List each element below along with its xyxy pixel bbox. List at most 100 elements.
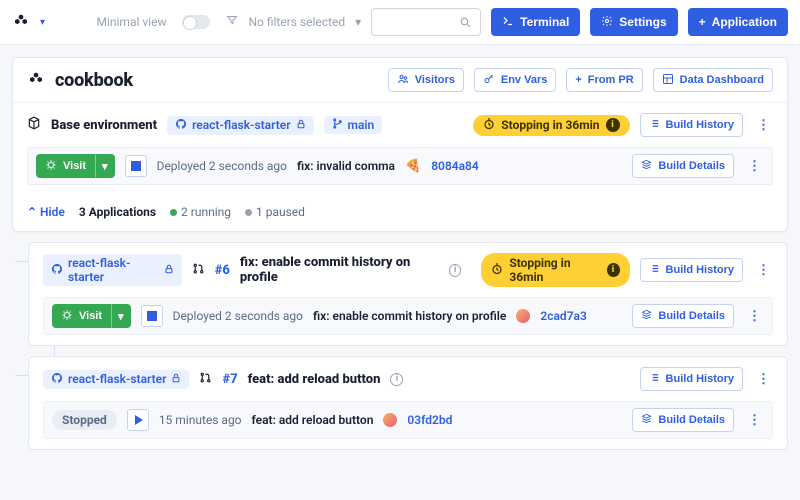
pr-icon bbox=[192, 262, 205, 279]
terminal-icon bbox=[502, 15, 514, 30]
running-count: 2 running bbox=[170, 205, 231, 219]
list-icon bbox=[649, 372, 660, 386]
timer-icon bbox=[491, 263, 503, 278]
pr7-deploy-row: Stopped 15 minutes ago feat: add reload … bbox=[43, 401, 773, 439]
visit-button[interactable]: Visit bbox=[36, 154, 95, 178]
project-card: cookbook Visitors Env Vars + From PR Dat… bbox=[12, 57, 788, 232]
env-menu-button[interactable] bbox=[753, 118, 773, 133]
visit-button[interactable]: Visit bbox=[52, 304, 111, 328]
lock-icon bbox=[296, 118, 306, 132]
status-pill: Stopping in 36min i bbox=[481, 253, 629, 287]
visitors-button[interactable]: Visitors bbox=[388, 68, 464, 92]
bug-icon bbox=[45, 159, 57, 174]
env-vars-button[interactable]: Env Vars bbox=[474, 68, 556, 92]
apps-count: 3 Applications bbox=[79, 205, 156, 219]
pr-menu-button[interactable] bbox=[753, 372, 773, 387]
logo-icon bbox=[12, 13, 30, 31]
base-env-title: Base environment bbox=[51, 118, 157, 133]
from-pr-button[interactable]: + From PR bbox=[566, 68, 642, 92]
commit-message: fix: invalid comma bbox=[297, 159, 395, 173]
bug-icon bbox=[61, 309, 73, 324]
branch-icon bbox=[332, 118, 343, 132]
list-icon bbox=[649, 118, 660, 132]
build-details-button[interactable]: Build Details bbox=[632, 154, 734, 178]
project-title: cookbook bbox=[55, 70, 133, 91]
info-icon[interactable]: i bbox=[390, 373, 403, 386]
timer-icon bbox=[483, 118, 495, 133]
commit-hash[interactable]: 2cad7a3 bbox=[540, 309, 586, 323]
deployed-time: Deployed 2 seconds ago bbox=[157, 159, 287, 173]
visitors-icon bbox=[397, 73, 409, 88]
pr-tree: react-flask-starter #6 fix: enable commi… bbox=[28, 242, 788, 450]
pizza-emoji: 🍕 bbox=[405, 159, 421, 174]
filter-icon[interactable] bbox=[226, 14, 238, 30]
status-pill: Stopping in 36min i bbox=[473, 115, 629, 136]
minimal-view-toggle[interactable] bbox=[182, 15, 210, 29]
pr6-deploy-row: Visit ▾ Deployed 2 seconds ago fix: enab… bbox=[43, 297, 773, 335]
filters-label[interactable]: No filters selected bbox=[248, 15, 345, 29]
topbar: ▾ Minimal view No filters selected ▾ Ter… bbox=[0, 0, 800, 45]
info-icon[interactable]: i bbox=[606, 118, 620, 132]
repo-chip[interactable]: react-flask-starter bbox=[167, 116, 313, 135]
lock-icon bbox=[164, 263, 174, 277]
settings-button[interactable]: Settings bbox=[590, 8, 677, 36]
project-header: cookbook Visitors Env Vars + From PR Dat… bbox=[13, 58, 787, 103]
info-icon[interactable]: i bbox=[449, 264, 461, 277]
stack-icon bbox=[641, 159, 652, 173]
repo-chip[interactable]: react-flask-starter bbox=[43, 254, 182, 286]
terminal-button[interactable]: Terminal bbox=[491, 8, 580, 36]
new-application-button[interactable]: + Application bbox=[688, 8, 788, 36]
key-icon bbox=[483, 73, 495, 88]
avatar bbox=[516, 309, 530, 323]
pr-icon bbox=[199, 371, 212, 388]
visit-dropdown[interactable]: ▾ bbox=[95, 154, 115, 178]
lock-icon bbox=[171, 372, 181, 386]
branch-chip[interactable]: main bbox=[324, 116, 383, 134]
chevron-up-icon: ⌃ bbox=[27, 205, 37, 219]
commit-hash[interactable]: 8084a84 bbox=[431, 159, 479, 173]
build-history-button[interactable]: Build History bbox=[640, 113, 743, 137]
pr-title: fix: enable commit history on profile bbox=[240, 255, 439, 285]
pr-number[interactable]: #6 bbox=[215, 263, 230, 278]
list-icon bbox=[649, 263, 660, 277]
project-icon bbox=[27, 71, 45, 89]
repo-chip[interactable]: react-flask-starter bbox=[43, 370, 189, 389]
avatar bbox=[383, 413, 397, 427]
pr-number[interactable]: #7 bbox=[222, 372, 237, 387]
start-button[interactable] bbox=[127, 409, 149, 431]
deploy-menu-button[interactable] bbox=[744, 309, 764, 324]
commit-message: feat: add reload button bbox=[252, 413, 374, 427]
plus-icon: + bbox=[699, 15, 706, 29]
build-history-button[interactable]: Build History bbox=[640, 367, 743, 391]
deployed-time: Deployed 2 seconds ago bbox=[173, 309, 303, 323]
stop-button[interactable] bbox=[125, 155, 147, 177]
plus-icon: + bbox=[575, 74, 581, 86]
pr-title: feat: add reload button bbox=[248, 372, 381, 387]
deploy-menu-button[interactable] bbox=[744, 413, 764, 428]
deployed-time: 15 minutes ago bbox=[159, 413, 242, 427]
stop-button[interactable] bbox=[141, 305, 163, 327]
build-history-button[interactable]: Build History bbox=[640, 258, 743, 282]
build-details-button[interactable]: Build Details bbox=[632, 304, 734, 328]
pr-card-6: react-flask-starter #6 fix: enable commi… bbox=[28, 242, 788, 346]
commit-message: fix: enable commit history on profile bbox=[313, 309, 506, 323]
pr-menu-button[interactable] bbox=[753, 263, 773, 278]
visit-dropdown[interactable]: ▾ bbox=[111, 304, 131, 328]
stack-icon bbox=[641, 309, 652, 323]
hide-toggle[interactable]: ⌃ Hide bbox=[27, 205, 65, 219]
commit-hash[interactable]: 03fd2bd bbox=[407, 413, 452, 427]
search-icon bbox=[459, 16, 472, 29]
project-switcher-caret[interactable]: ▾ bbox=[40, 17, 45, 28]
pr-card-7: react-flask-starter #7 feat: add reload … bbox=[28, 356, 788, 450]
base-env-deploy-row: Visit ▾ Deployed 2 seconds ago fix: inva… bbox=[27, 147, 773, 185]
deploy-menu-button[interactable] bbox=[744, 159, 764, 174]
filters-caret[interactable]: ▾ bbox=[355, 15, 361, 29]
dashboard-icon bbox=[662, 73, 674, 88]
info-icon[interactable]: i bbox=[607, 263, 620, 277]
search-input[interactable] bbox=[371, 8, 481, 36]
applications-summary-row: ⌃ Hide 3 Applications 2 running 1 paused bbox=[13, 195, 787, 231]
build-details-button[interactable]: Build Details bbox=[632, 408, 734, 432]
data-dashboard-button[interactable]: Data Dashboard bbox=[653, 68, 773, 92]
github-icon bbox=[51, 372, 63, 387]
github-icon bbox=[51, 263, 63, 278]
